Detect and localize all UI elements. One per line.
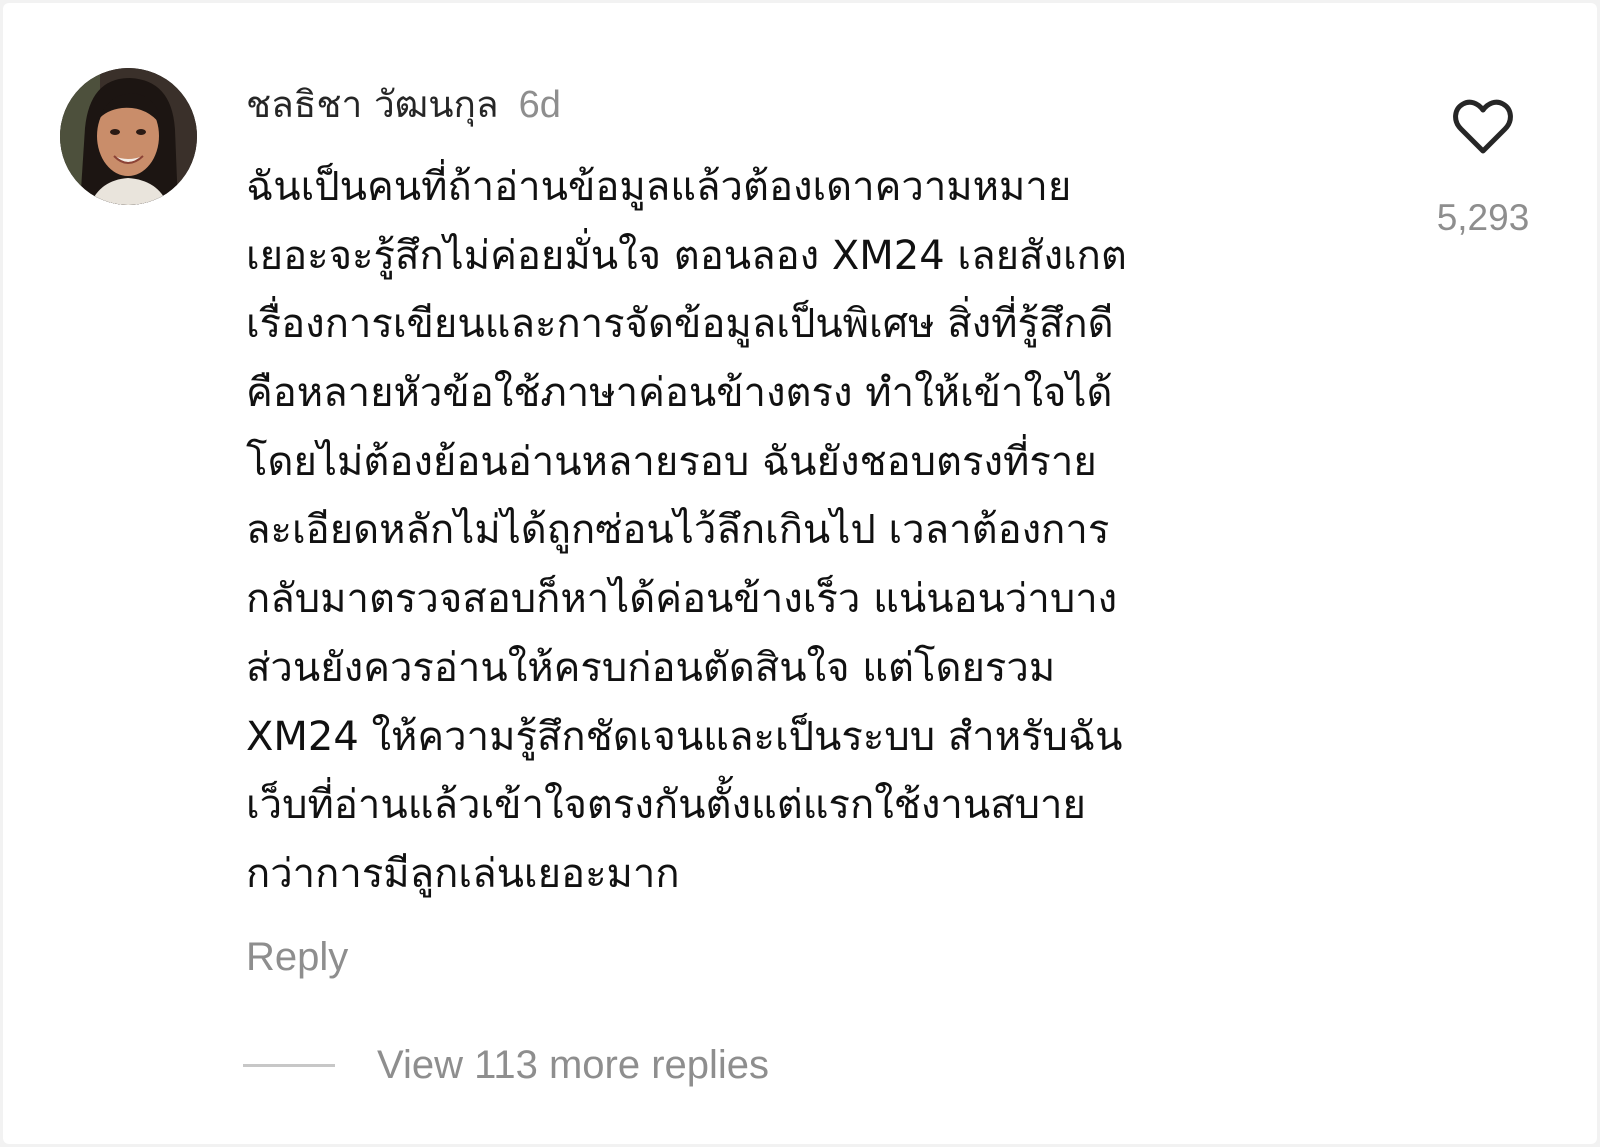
comment-timestamp: 6d [518, 84, 561, 126]
comment-header: ชลธิชา วัฒนกุล 6d [246, 75, 561, 131]
avatar-image [60, 68, 197, 205]
comment-line: คือหลายหัวข้อใช้ภาษาค่อนข้างตรง ทำให้เข้… [246, 370, 1113, 417]
comment-line: ฉันเป็นคนที่ถ้าอ่านข้อมูลแล้วต้องเดาความ… [246, 164, 1072, 210]
like-count: 5,293 [1436, 197, 1530, 238]
comment-line: เยอะจะรู้สึกไม่ค่อยมั่นใจ ตอนลอง XM24 เล… [246, 232, 1127, 279]
comment-line: เว็บที่อ่านแล้วเข้าใจตรงกันตั้งแต่แรกใช้… [246, 782, 1086, 829]
comment-card: ชลธิชา วัฒนกุล 6d ฉันเป็นคนที่ถ้าอ่านข้อ… [3, 3, 1597, 1144]
comment-body: ฉันเป็นคนที่ถ้าอ่านข้อมูลแล้วต้องเดาความ… [246, 153, 1366, 909]
view-replies-button[interactable]: View 113 more replies [243, 1043, 769, 1088]
like-control: 5,293 [1428, 99, 1538, 239]
comment-author[interactable]: ชลธิชา วัฒนกุล [246, 75, 499, 134]
replies-divider [243, 1064, 335, 1067]
view-replies-label: View 113 more replies [377, 1043, 770, 1087]
comment-line: ส่วนยังควรอ่านให้ครบก่อนตัดสินใจ แต่โดยร… [246, 644, 1056, 691]
comment-line: XM24 ให้ความรู้สึกชัดเจนและเป็นระบบ สำหร… [246, 713, 1123, 760]
comment-line: กลับมาตรวจสอบก็หาได้ค่อนข้างเร็ว แน่นอนว… [246, 576, 1118, 623]
comment-line: เรื่องการเขียนและการจัดข้อมูลเป็นพิเศษ ส… [246, 301, 1114, 348]
avatar[interactable] [60, 68, 197, 205]
comment-line: โดยไม่ต้องย้อนอ่านหลายรอบ ฉันยังชอบตรงที… [246, 438, 1097, 485]
heart-outline-icon[interactable] [1452, 99, 1514, 155]
reply-button[interactable]: Reply [246, 935, 348, 980]
comment-line: ละเอียดหลักไม่ได้ถูกซ่อนไว้ลึกเกินไป เวล… [246, 507, 1110, 554]
comment-line: กว่าการมีลูกเล่นเยอะมาก [246, 850, 680, 897]
